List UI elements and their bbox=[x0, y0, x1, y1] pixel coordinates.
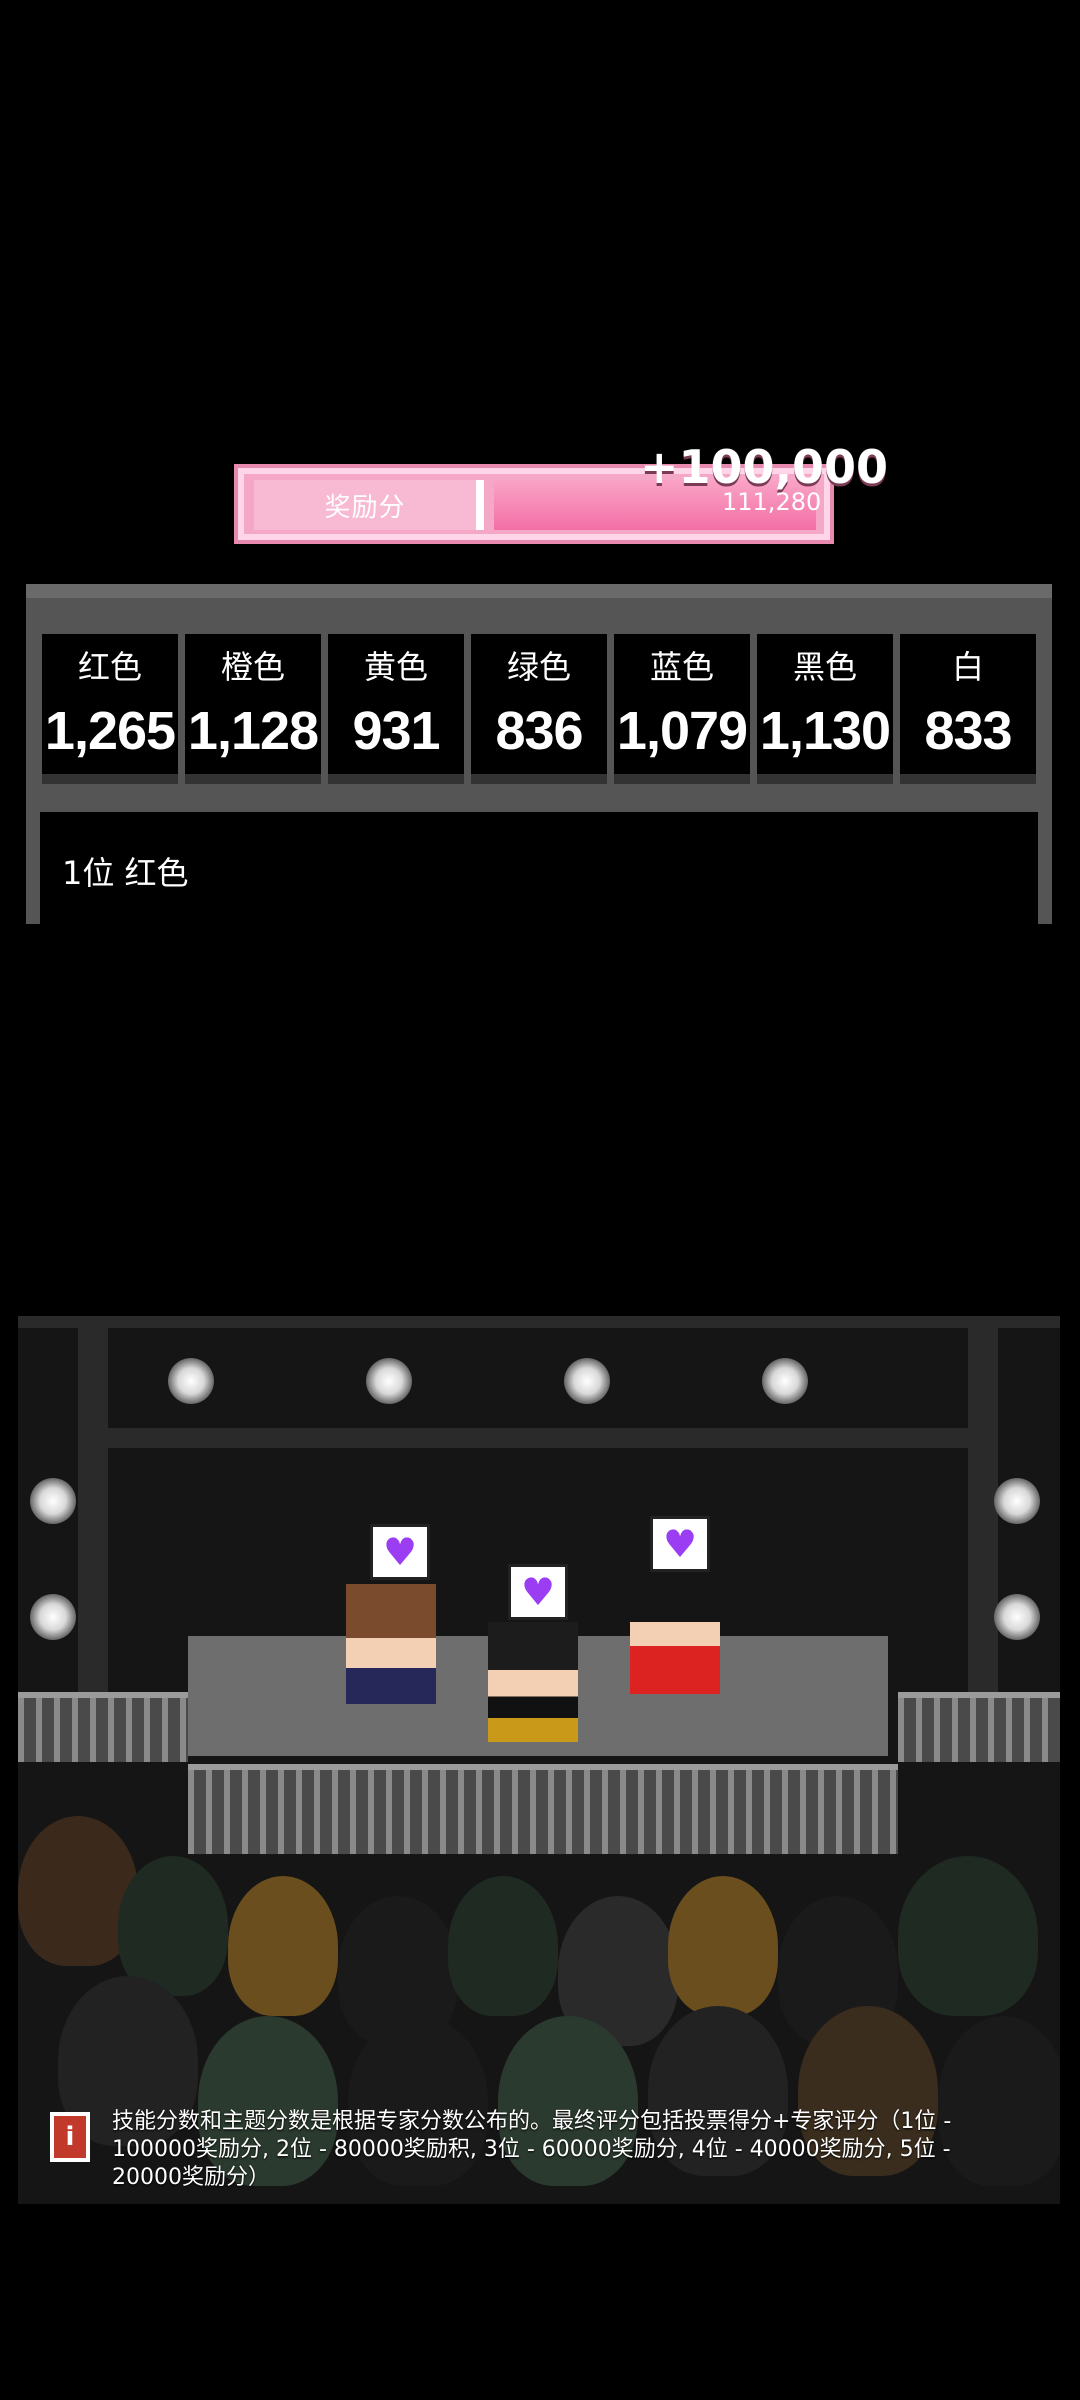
bonus-gain-value: +100,000 bbox=[640, 440, 889, 494]
score-name: 红色 bbox=[77, 648, 142, 686]
info-icon: i bbox=[50, 2112, 90, 2162]
rank-result-text: 1位 红色 bbox=[62, 854, 189, 892]
stage-truss bbox=[108, 1428, 968, 1448]
stage-truss bbox=[18, 1316, 1060, 1328]
heart-icon: ♥ bbox=[508, 1564, 568, 1620]
score-cell-white: 白 833 bbox=[900, 634, 1036, 784]
score-name: 黄色 bbox=[363, 648, 428, 686]
score-value: 1,130 bbox=[759, 701, 891, 761]
score-value: 1,079 bbox=[616, 701, 748, 761]
score-value: 1,265 bbox=[44, 701, 176, 761]
stage-light bbox=[168, 1358, 214, 1404]
score-value: 931 bbox=[352, 701, 440, 761]
stage-truss bbox=[968, 1316, 998, 1756]
crowd-member bbox=[898, 1856, 1038, 2016]
scoring-info-text: 技能分数和主题分数是根据专家分数公布的。最终评分包括投票得分+专家评分（1位 -… bbox=[112, 2109, 952, 2190]
score-name: 黑色 bbox=[792, 648, 857, 686]
concert-stage-scene: ♥ ♥ ♥ bbox=[18, 1316, 1060, 2204]
score-name: 白 bbox=[951, 648, 984, 686]
stage-light bbox=[994, 1594, 1040, 1640]
rank-result-box: 1位 红色 bbox=[40, 812, 1038, 924]
heart-icon: ♥ bbox=[370, 1524, 430, 1580]
score-name: 蓝色 bbox=[649, 648, 714, 686]
crowd-member bbox=[228, 1876, 338, 2016]
stage-railing bbox=[188, 1764, 898, 1854]
crowd-member bbox=[118, 1856, 228, 1996]
score-cell-blue: 蓝色 1,079 bbox=[614, 634, 750, 784]
score-value: 836 bbox=[495, 701, 583, 761]
score-cell-green: 绿色 836 bbox=[471, 634, 607, 784]
stage-light bbox=[30, 1478, 76, 1524]
stage-railing bbox=[898, 1692, 1060, 1762]
stage-truss bbox=[78, 1316, 108, 1756]
bonus-label: 奖励分 bbox=[254, 480, 484, 530]
score-value: 833 bbox=[924, 701, 1012, 761]
stage-light bbox=[366, 1358, 412, 1404]
score-cell-red: 红色 1,265 bbox=[42, 634, 178, 784]
stage-light bbox=[564, 1358, 610, 1404]
score-cell-yellow: 黄色 931 bbox=[328, 634, 464, 784]
performer-left bbox=[346, 1584, 436, 1704]
stage-light bbox=[994, 1478, 1040, 1524]
score-cell-orange: 橙色 1,128 bbox=[185, 634, 321, 784]
crowd-member bbox=[668, 1876, 778, 2016]
heart-icon: ♥ bbox=[650, 1516, 710, 1572]
performer-right bbox=[630, 1574, 720, 1694]
bonus-total-value: 111,280 bbox=[722, 488, 822, 516]
color-score-panel: 红色 1,265 橙色 1,128 黄色 931 绿色 836 蓝色 1,079… bbox=[26, 584, 1052, 924]
performer-center bbox=[488, 1622, 578, 1742]
score-value: 1,128 bbox=[187, 701, 319, 761]
score-name: 绿色 bbox=[506, 648, 571, 686]
score-name: 橙色 bbox=[220, 648, 285, 686]
stage-light bbox=[30, 1594, 76, 1640]
stage-light bbox=[762, 1358, 808, 1404]
crowd-member bbox=[448, 1876, 558, 2016]
score-cell-black: 黑色 1,130 bbox=[757, 634, 893, 784]
stage-railing bbox=[18, 1692, 188, 1762]
